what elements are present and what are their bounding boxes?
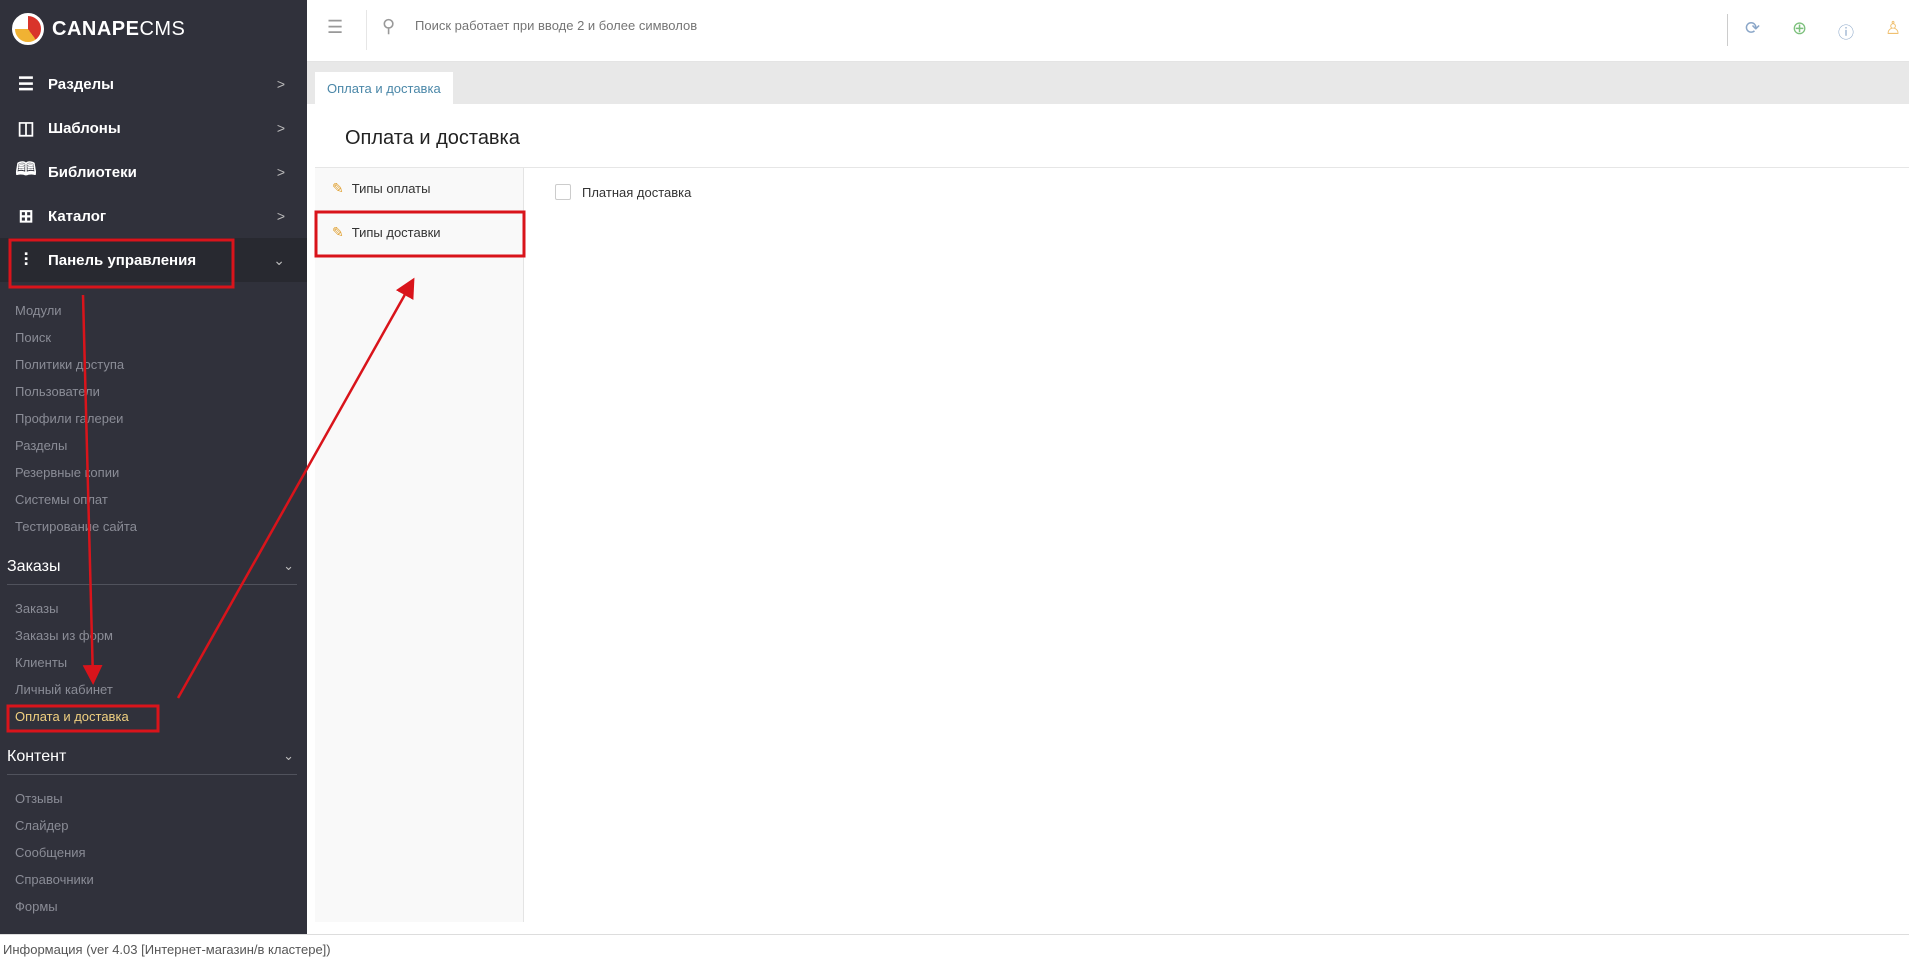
group-orders[interactable]: Заказы ⌄ bbox=[7, 558, 297, 585]
group-title: Заказы bbox=[7, 558, 61, 575]
sidebar: CANAPECMS ☰ Разделы > ◫ Шаблоны > 🕮 Библиотек… bbox=[0, 0, 307, 934]
nav-label: Типы оплаты bbox=[351, 181, 431, 196]
menu-label: Панель управления bbox=[48, 251, 197, 269]
nav-delivery-types[interactable]: ✎ Типы доставки bbox=[332, 224, 441, 241]
menu-templates[interactable]: ◫ Шаблоны > bbox=[0, 106, 307, 150]
divider bbox=[366, 10, 367, 50]
sidebar-subitem[interactable]: Поиск bbox=[15, 330, 51, 345]
chevron-down-icon: ⌄ bbox=[273, 251, 285, 268]
divider bbox=[315, 167, 1909, 168]
menu-libraries[interactable]: 🕮 Библиотеки > bbox=[0, 150, 307, 194]
sidebar-subitem[interactable]: Справочники bbox=[15, 872, 94, 887]
search-icon: ⚲ bbox=[382, 16, 396, 36]
sidebar-subitem[interactable]: Резервные копии bbox=[15, 465, 119, 480]
paid-delivery-label[interactable]: Платная доставка bbox=[582, 185, 691, 200]
pencil-icon: ✎ bbox=[332, 180, 344, 196]
divider bbox=[1727, 14, 1728, 46]
grid-icon: ⊞ bbox=[18, 205, 34, 226]
list-icon: ☰ bbox=[17, 73, 35, 94]
sidebar-subitem[interactable]: Разделы bbox=[15, 438, 67, 453]
menu-sections[interactable]: ☰ Разделы > bbox=[0, 62, 307, 106]
sidebar-subitem[interactable]: Клиенты bbox=[15, 655, 67, 670]
sliders-icon: ⫶ bbox=[23, 249, 29, 270]
book-icon: 🕮 bbox=[15, 159, 37, 179]
sidebar-subitem[interactable]: Заказы bbox=[15, 601, 58, 616]
sidebar-subitem[interactable]: Личный кабинет bbox=[15, 682, 113, 697]
collapse-menu-icon[interactable]: ☰ bbox=[327, 17, 343, 38]
refresh-icon[interactable]: ⟳ bbox=[1745, 18, 1760, 39]
group-content[interactable]: Контент ⌄ bbox=[7, 748, 297, 775]
footer-info[interactable]: Информация (ver 4.03 [Интернет-магазин/в… bbox=[0, 934, 1909, 966]
nav-label: Типы доставки bbox=[351, 225, 441, 240]
section-nav: ✎ Типы оплаты ✎ Типы доставки bbox=[315, 168, 524, 922]
help-icon[interactable]: ⓘ bbox=[1838, 19, 1854, 43]
sidebar-subitem[interactable]: Модули bbox=[15, 303, 62, 318]
chevron-right-icon: > bbox=[276, 208, 285, 224]
menu-catalog[interactable]: ⊞ Каталог > bbox=[0, 194, 307, 238]
group-title: Контент bbox=[7, 748, 67, 765]
sidebar-subitem[interactable]: Заказы из форм bbox=[15, 628, 113, 643]
sidebar-subitem[interactable]: Тестирование сайта bbox=[15, 519, 137, 534]
sidebar-subitem[interactable]: Системы оплат bbox=[15, 492, 108, 507]
menu-label: Разделы bbox=[48, 75, 114, 93]
sidebar-subitem[interactable]: Формы bbox=[15, 899, 58, 914]
sidebar-subitem[interactable]: Оплата и доставка bbox=[15, 709, 129, 724]
page-title: Оплата и доставка bbox=[345, 127, 520, 149]
layout-icon: ◫ bbox=[17, 117, 35, 138]
search-input[interactable] bbox=[415, 18, 915, 33]
topbar: ☰ ⚲ ⟳ ⊕ ⓘ ♙ bbox=[307, 0, 1909, 62]
menu-label: Каталог bbox=[48, 207, 107, 225]
sidebar-subitem[interactable]: Отзывы bbox=[15, 791, 63, 806]
paid-delivery-checkbox[interactable] bbox=[555, 184, 571, 200]
brand-light: CMS bbox=[139, 17, 186, 40]
chevron-down-icon: ⌄ bbox=[283, 748, 294, 763]
chevron-right-icon: > bbox=[276, 164, 285, 180]
menu-label: Шаблоны bbox=[48, 119, 121, 137]
chevron-right-icon: > bbox=[276, 120, 285, 136]
brand-bold: CANAPE bbox=[52, 17, 140, 40]
nav-payment-types[interactable]: ✎ Типы оплаты bbox=[332, 180, 430, 197]
chevron-down-icon: ⌄ bbox=[283, 558, 294, 573]
pencil-icon: ✎ bbox=[332, 224, 344, 240]
logo[interactable]: CANAPECMS bbox=[12, 13, 185, 45]
menu-label: Библиотеки bbox=[48, 163, 137, 181]
sidebar-subitem[interactable]: Политики доступа bbox=[15, 357, 124, 372]
menu-control-panel[interactable]: ⫶ Панель управления ⌄ bbox=[0, 238, 307, 282]
tab-bar: Оплата и доставка bbox=[307, 62, 1909, 104]
sidebar-subitem[interactable]: Профили галереи bbox=[15, 411, 123, 426]
tab-payment-delivery[interactable]: Оплата и доставка bbox=[315, 72, 453, 104]
globe-icon[interactable]: ⊕ bbox=[1792, 18, 1807, 39]
sidebar-subitem[interactable]: Сообщения bbox=[15, 845, 86, 860]
user-icon[interactable]: ♙ bbox=[1885, 18, 1901, 39]
sidebar-subitem[interactable]: Слайдер bbox=[15, 818, 69, 833]
sidebar-subitem[interactable]: Пользователи bbox=[15, 384, 100, 399]
logo-icon bbox=[12, 13, 44, 45]
chevron-right-icon: > bbox=[276, 76, 285, 92]
